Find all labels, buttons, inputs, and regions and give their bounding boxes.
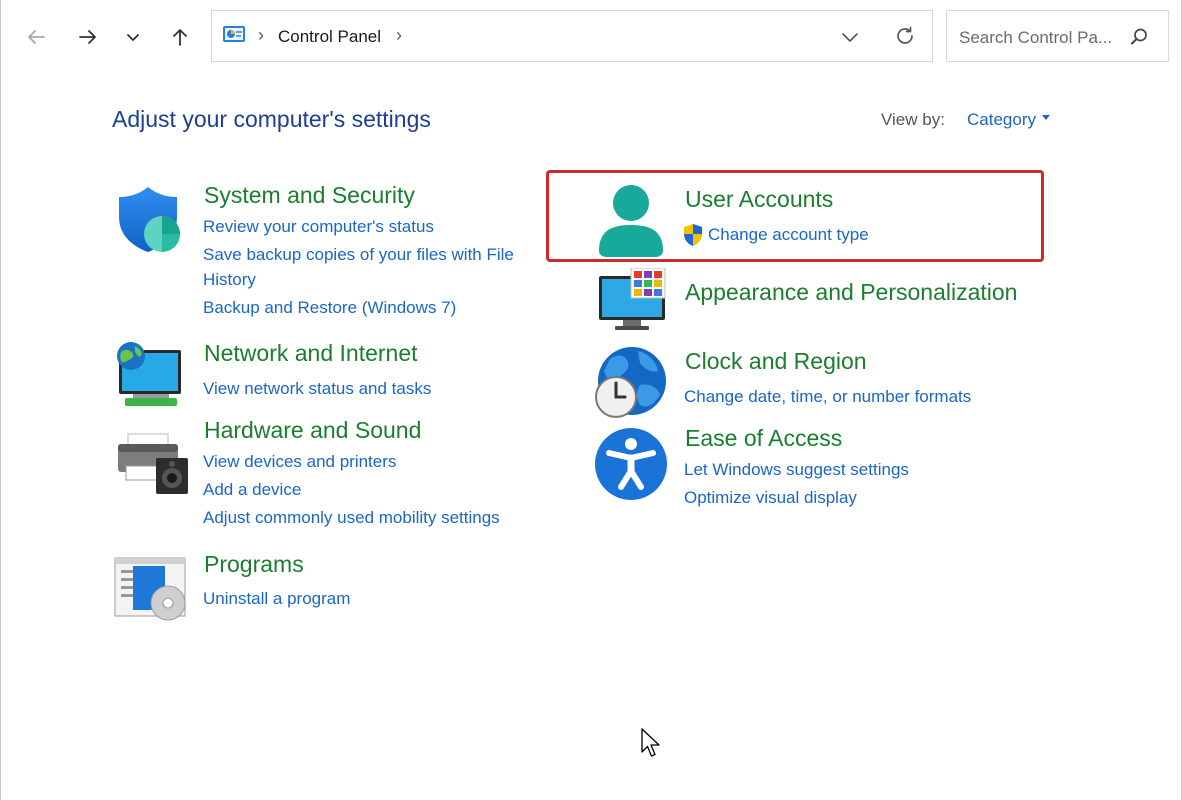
breadcrumb-separator[interactable]: ›: [258, 25, 264, 46]
page-title: Adjust your computer's settings: [112, 106, 431, 132]
category-clock-and-region[interactable]: Clock and Region: [685, 348, 867, 375]
link-change-date-formats[interactable]: Change date, time, or number formats: [684, 384, 971, 409]
shield-icon[interactable]: [114, 183, 184, 255]
control-panel-icon: [223, 26, 245, 42]
search-input[interactable]: [957, 25, 1131, 51]
mouse-cursor-icon: [641, 728, 660, 757]
chevron-down-icon: [127, 34, 139, 41]
link-mobility-settings[interactable]: Adjust commonly used mobility settings: [203, 505, 500, 530]
recent-locations-button[interactable]: [116, 20, 150, 54]
category-network-and-internet[interactable]: Network and Internet: [204, 340, 418, 367]
search-box[interactable]: [946, 10, 1169, 62]
link-save-backup-history[interactable]: History: [203, 267, 256, 292]
programs-disc-icon[interactable]: [113, 556, 187, 622]
category-ease-of-access[interactable]: Ease of Access: [685, 425, 842, 452]
forward-button[interactable]: [71, 20, 105, 54]
search-icon[interactable]: [1129, 27, 1149, 47]
refresh-icon[interactable]: [894, 25, 916, 47]
link-save-backup[interactable]: Save backup copies of your files with Fi…: [203, 242, 514, 267]
link-add-device[interactable]: Add a device: [203, 477, 301, 502]
clock-globe-icon[interactable]: [592, 345, 670, 421]
breadcrumb-control-panel[interactable]: Control Panel: [278, 27, 381, 47]
appearance-monitor-icon[interactable]: [597, 268, 677, 332]
back-button[interactable]: [19, 20, 53, 54]
highlight-rectangle: [546, 170, 1044, 262]
arrow-left-icon: [28, 30, 45, 44]
view-by-dropdown[interactable]: Category: [967, 110, 1050, 130]
category-programs[interactable]: Programs: [204, 551, 304, 578]
category-system-and-security[interactable]: System and Security: [204, 182, 415, 209]
link-backup-restore[interactable]: Backup and Restore (Windows 7): [203, 295, 456, 320]
view-by-label: View by:: [881, 110, 945, 129]
link-review-status[interactable]: Review your computer's status: [203, 214, 434, 239]
control-panel-window: › Control Panel › Adjust your computer's…: [0, 0, 1182, 800]
navigation-bar: › Control Panel ›: [1, 0, 1181, 75]
link-devices-printers[interactable]: View devices and printers: [203, 449, 396, 474]
printer-speaker-icon[interactable]: [114, 432, 188, 494]
ease-of-access-icon[interactable]: [594, 427, 668, 501]
link-windows-suggest-settings[interactable]: Let Windows suggest settings: [684, 457, 909, 482]
arrow-right-icon: [79, 30, 96, 44]
arrow-up-icon: [173, 29, 187, 46]
caret-down-icon: [1041, 115, 1050, 121]
chevron-down-icon[interactable]: [840, 28, 860, 46]
category-appearance-and-personalization[interactable]: Appearance and Personalization: [685, 279, 1017, 306]
link-optimize-visual-display[interactable]: Optimize visual display: [684, 485, 857, 510]
breadcrumb-separator-end[interactable]: ›: [396, 25, 402, 46]
category-hardware-and-sound[interactable]: Hardware and Sound: [204, 417, 421, 444]
view-by-value: Category: [967, 110, 1036, 129]
address-bar[interactable]: › Control Panel ›: [211, 10, 933, 62]
network-globe-icon[interactable]: [113, 340, 185, 408]
link-uninstall-program[interactable]: Uninstall a program: [203, 586, 350, 611]
up-button[interactable]: [163, 20, 197, 54]
link-network-status[interactable]: View network status and tasks: [203, 376, 431, 401]
